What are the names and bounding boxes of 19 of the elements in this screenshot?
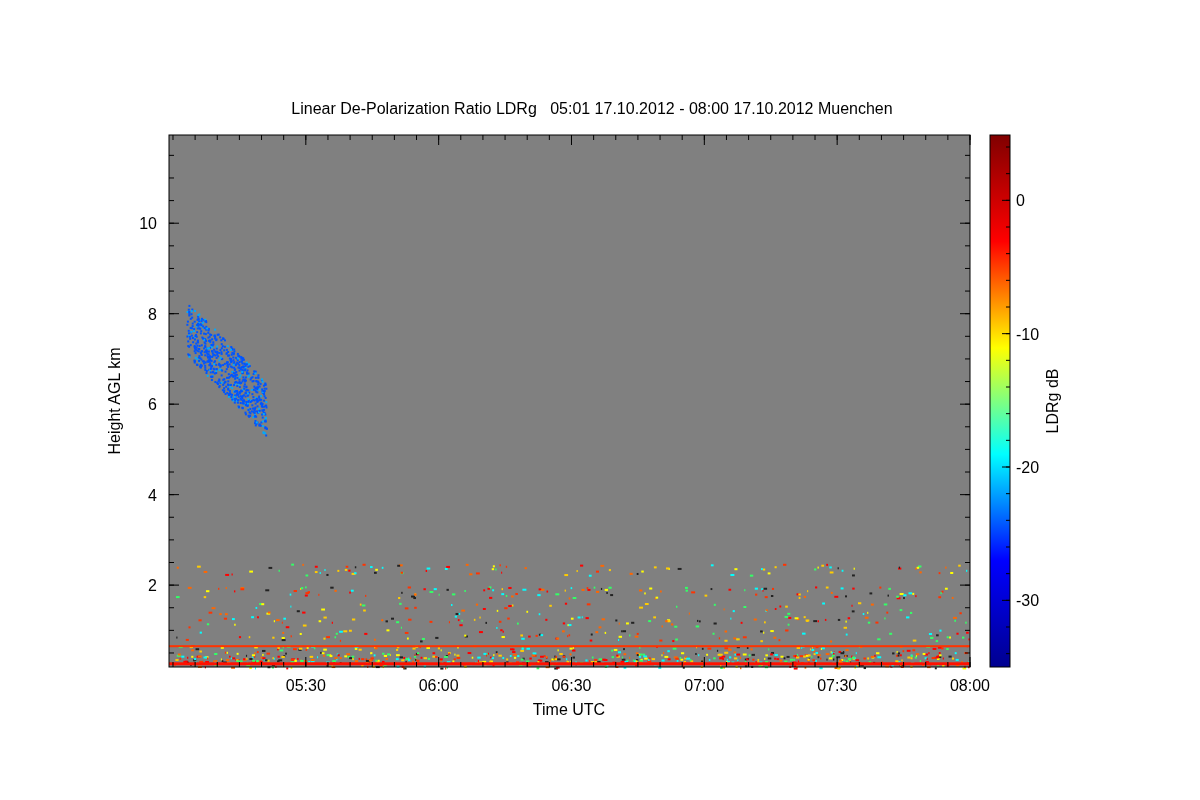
- tick-label: 2: [148, 577, 157, 595]
- tick-label: 10: [139, 215, 157, 233]
- tick-label: -30: [1016, 592, 1040, 610]
- tick-label: 07:00: [684, 677, 725, 694]
- tick-label: 6: [148, 396, 157, 414]
- tick-label: 05:30: [285, 677, 326, 694]
- tick-label: 07:30: [817, 677, 858, 694]
- tick-label: -10: [1016, 325, 1040, 343]
- tick-label: 06:30: [551, 677, 592, 694]
- axis-label: Height AGL km: [106, 347, 123, 455]
- tick-label: 08:00: [950, 677, 990, 694]
- tick-label: 8: [148, 305, 157, 323]
- tick-label: 0: [1016, 192, 1025, 210]
- axis-label: LDRg dB: [1044, 368, 1061, 434]
- axis-label: Time UTC: [532, 701, 606, 718]
- tick-label: 06:00: [418, 677, 459, 694]
- tick-label: -20: [1016, 459, 1040, 476]
- chart-title: Linear De-Polarization Ratio LDRg 05:01 17.10.2012 - 08:00 17.10.2012 Muenchen: [291, 100, 893, 117]
- tick-label: 4: [148, 486, 157, 504]
